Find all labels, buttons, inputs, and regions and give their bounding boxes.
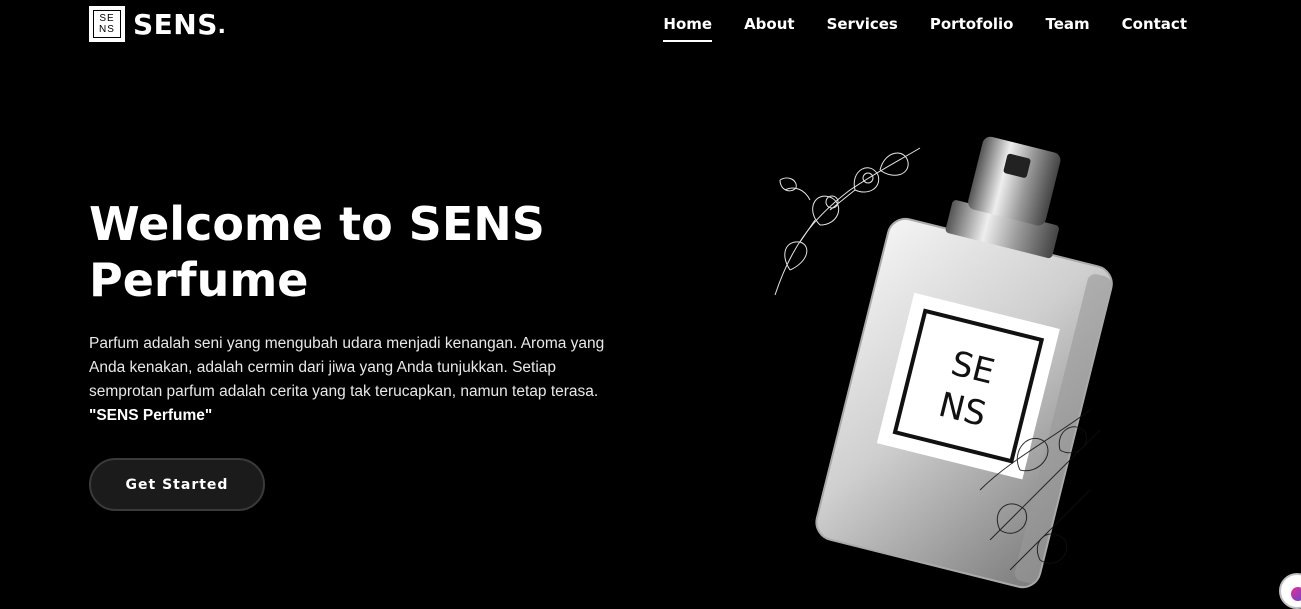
hero-description: Parfum adalah seni yang mengubah udara m… — [89, 332, 629, 428]
perfume-bottle-illustration: SE NS — [774, 136, 1113, 589]
logo-mark: SE NS — [89, 6, 125, 42]
nav-portofolio[interactable]: Portofolio — [914, 14, 1030, 42]
hero-quote: "SENS Perfume" — [89, 407, 213, 424]
site-header: SE NS SENS. Home About Services Portofol… — [0, 0, 1301, 50]
brand-name: SENS — [133, 7, 218, 41]
chat-icon — [1291, 587, 1301, 601]
logo-mark-top: SE — [99, 13, 115, 24]
hero-title: Welcome to SENS Perfume — [89, 197, 545, 307]
floating-action-button[interactable] — [1279, 573, 1301, 609]
get-started-button[interactable]: Get Started — [89, 458, 265, 511]
brand-logo[interactable]: SE NS SENS. — [89, 6, 226, 42]
nav-team[interactable]: Team — [1029, 14, 1105, 42]
nav-about[interactable]: About — [728, 14, 811, 42]
perfume-bottle-image: SE NS — [760, 130, 1140, 590]
brand-dot: . — [217, 8, 226, 39]
nav-home[interactable]: Home — [647, 14, 728, 42]
nav-contact[interactable]: Contact — [1106, 14, 1203, 42]
main-nav: Home About Services Portofolio Team Cont… — [647, 14, 1203, 42]
nav-services[interactable]: Services — [811, 14, 914, 42]
hero-description-text: Parfum adalah seni yang mengubah udara m… — [89, 335, 605, 400]
logo-mark-bottom: NS — [99, 24, 115, 35]
